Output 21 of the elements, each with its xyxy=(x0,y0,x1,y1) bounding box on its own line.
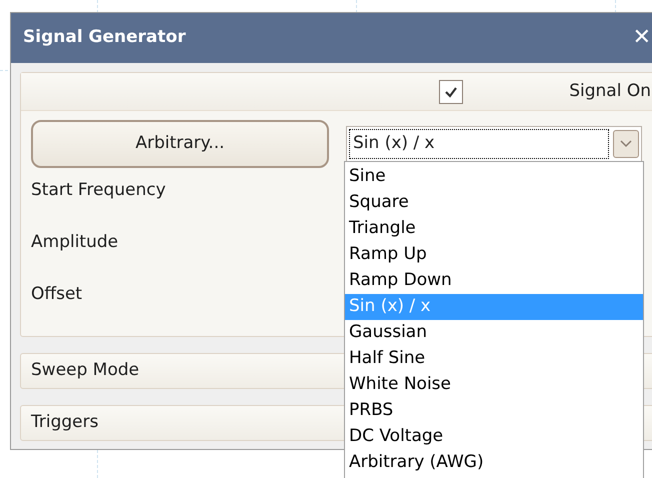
dropdown-value: Sin (x) / x xyxy=(349,129,609,159)
window-title: Signal Generator xyxy=(23,26,186,50)
section-title: Sweep Mode xyxy=(31,359,140,382)
field-label: Amplitude xyxy=(31,231,118,252)
dropdown-option[interactable]: Square xyxy=(345,190,643,216)
signal-on-checkbox[interactable] xyxy=(439,80,463,104)
dropdown-option[interactable]: Sine xyxy=(345,164,643,190)
dropdown-option[interactable]: Ramp Up xyxy=(345,242,643,268)
check-icon xyxy=(444,86,458,98)
dropdown-option[interactable]: Gaussian xyxy=(345,320,643,346)
section-title: Triggers xyxy=(31,411,98,434)
arbitrary-button[interactable]: Arbitrary... xyxy=(31,120,329,168)
close-button[interactable]: ✕ xyxy=(632,27,651,49)
field-label: Offset xyxy=(31,283,82,304)
field-label: Start Frequency xyxy=(31,179,166,200)
waveform-dropdown[interactable]: Sin (x) / x xyxy=(346,126,642,162)
chevron-down-icon xyxy=(620,140,632,148)
dropdown-option[interactable]: Arbitrary (AWG) xyxy=(345,450,643,476)
dropdown-option[interactable]: Ramp Down xyxy=(345,268,643,294)
dropdown-option[interactable]: Triangle xyxy=(345,216,643,242)
signal-on-label: Signal On xyxy=(569,80,651,103)
